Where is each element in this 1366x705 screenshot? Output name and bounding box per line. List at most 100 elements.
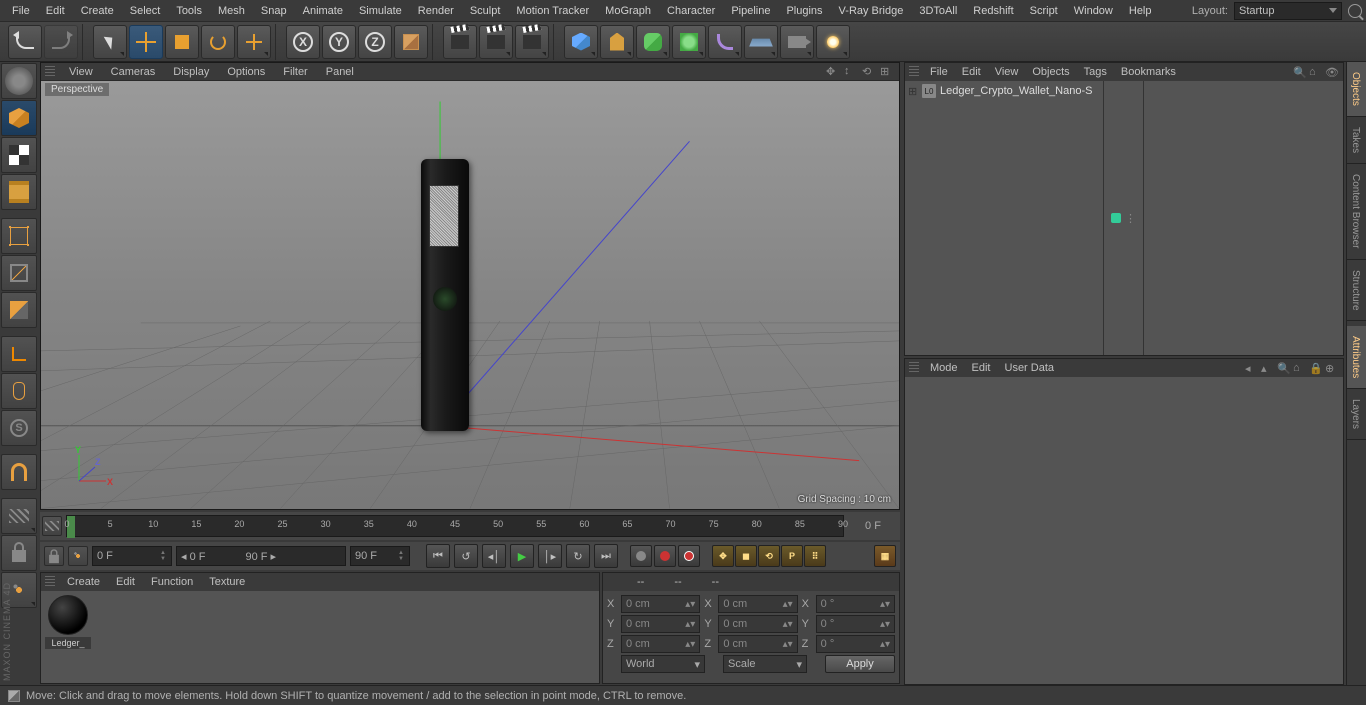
z-axis-button[interactable]: Z [358, 25, 392, 59]
viewport-nav-icon[interactable]: ✥ [826, 65, 840, 79]
scale-tool-button[interactable] [165, 25, 199, 59]
record-key-button[interactable] [630, 545, 652, 567]
apply-button[interactable]: Apply [825, 655, 895, 673]
menu-file[interactable]: File [4, 2, 38, 20]
attr-menu-edit[interactable]: Edit [965, 360, 998, 376]
timeline-lock-button[interactable] [44, 546, 64, 566]
viewport-menu-filter[interactable]: Filter [275, 64, 315, 80]
viewport-menu-cameras[interactable]: Cameras [103, 64, 164, 80]
tab-contentbrowser[interactable]: Content Browser [1347, 164, 1366, 259]
om-menu-file[interactable]: File [923, 64, 955, 80]
scale-key-button[interactable]: ◼ [735, 545, 757, 567]
x-axis-button[interactable]: X [286, 25, 320, 59]
om-menu-edit[interactable]: Edit [955, 64, 988, 80]
light-button[interactable] [816, 25, 850, 59]
mat-menu-texture[interactable]: Texture [201, 574, 253, 590]
menu-mograph[interactable]: MoGraph [597, 2, 659, 20]
total-frames-field[interactable]: 90 F▲▼ [350, 546, 410, 566]
viewport-orbit-icon[interactable]: ⟲ [862, 65, 876, 79]
param-key-button[interactable]: P [781, 545, 803, 567]
menu-plugins[interactable]: Plugins [778, 2, 830, 20]
render-pv-button[interactable] [479, 25, 513, 59]
tab-structure[interactable]: Structure [1347, 260, 1366, 322]
size-z-field[interactable]: 0 cm▴▾ [718, 635, 797, 653]
rot-y-field[interactable]: 0 °▴▾ [816, 615, 895, 633]
timeline-mode-button[interactable]: ▦ [874, 545, 896, 567]
menu-redshift[interactable]: Redshift [965, 2, 1021, 20]
menu-create[interactable]: Create [73, 2, 122, 20]
tab-layers[interactable]: Layers [1347, 389, 1366, 440]
mat-menu-function[interactable]: Function [143, 574, 201, 590]
attr-home-icon[interactable]: ⌂ [1293, 362, 1305, 374]
om-menu-tags[interactable]: Tags [1077, 64, 1114, 80]
menu-simulate[interactable]: Simulate [351, 2, 410, 20]
viewport-layout-icon[interactable]: ⊞ [880, 65, 894, 79]
tab-takes[interactable]: Takes [1347, 117, 1366, 164]
attr-search-icon[interactable]: 🔍 [1277, 362, 1289, 374]
move-tool-button[interactable] [129, 25, 163, 59]
tab-objects[interactable]: Objects [1347, 62, 1366, 117]
om-object-row[interactable]: ⊞ L0 Ledger_Crypto_Wallet_Nano-S [907, 83, 1101, 99]
menu-sculpt[interactable]: Sculpt [462, 2, 509, 20]
camera-button[interactable] [780, 25, 814, 59]
snap-enable-button[interactable] [1, 454, 37, 490]
rot-x-field[interactable]: 0 °▴▾ [816, 595, 895, 613]
material-item[interactable]: Ledger_ [45, 595, 91, 649]
texture-mode-button[interactable] [1, 137, 37, 173]
menu-vray[interactable]: V-Ray Bridge [831, 2, 912, 20]
om-menu-bookmarks[interactable]: Bookmarks [1114, 64, 1183, 80]
coord-size-select[interactable]: Scale▾ [723, 655, 807, 673]
rot-z-field[interactable]: 0 °▴▾ [816, 635, 895, 653]
points-mode-button[interactable] [1, 218, 37, 254]
grip-icon[interactable] [909, 362, 919, 374]
mat-menu-create[interactable]: Create [59, 574, 108, 590]
current-frame-field[interactable]: 0 F▲▼ [92, 546, 172, 566]
menu-select[interactable]: Select [122, 2, 169, 20]
layout-select[interactable]: Startup [1234, 2, 1342, 20]
render-view-button[interactable] [443, 25, 477, 59]
om-home-icon[interactable]: ⌂ [1309, 66, 1321, 78]
goto-end-button[interactable]: ⏭ [594, 544, 618, 568]
attr-back-icon[interactable]: ◂ [1245, 362, 1257, 374]
size-y-field[interactable]: 0 cm▴▾ [718, 615, 797, 633]
floor-button[interactable] [744, 25, 778, 59]
attr-lock-icon[interactable]: 🔒 [1309, 362, 1321, 374]
play-button[interactable]: ▶ [510, 544, 534, 568]
menu-motiontracker[interactable]: Motion Tracker [508, 2, 597, 20]
pos-z-field[interactable]: 0 cm▴▾ [621, 635, 700, 653]
layer-dots-icon[interactable]: ⋮ [1125, 212, 1136, 225]
menu-mesh[interactable]: Mesh [210, 2, 253, 20]
timeline-ruler[interactable]: 051015202530354045505560657075808590 [66, 515, 844, 537]
pos-y-field[interactable]: 0 cm▴▾ [621, 615, 700, 633]
menu-render[interactable]: Render [410, 2, 462, 20]
render-settings-button[interactable] [515, 25, 549, 59]
keyselection-button[interactable] [678, 545, 700, 567]
pla-key-button[interactable]: ⠿ [804, 545, 826, 567]
om-search-icon[interactable]: 🔍 [1293, 66, 1305, 78]
viewport-menu-view[interactable]: View [61, 64, 101, 80]
mat-menu-edit[interactable]: Edit [108, 574, 143, 590]
viewport-solo-button[interactable]: S [1, 410, 37, 446]
object-name-label[interactable]: Ledger_Crypto_Wallet_Nano-S [940, 85, 1092, 97]
viewport-menu-display[interactable]: Display [165, 64, 217, 80]
next-frame-button[interactable]: │▸ [538, 544, 562, 568]
menu-animate[interactable]: Animate [295, 2, 351, 20]
menu-3dtoall[interactable]: 3DToAll [911, 2, 965, 20]
menu-pipeline[interactable]: Pipeline [723, 2, 778, 20]
y-axis-button[interactable]: Y [322, 25, 356, 59]
om-eye-icon[interactable]: 👁 [1325, 66, 1337, 78]
make-editable-button[interactable] [1, 63, 37, 99]
goto-prevkey-button[interactable]: ↺ [454, 544, 478, 568]
tab-attributes[interactable]: Attributes [1347, 326, 1366, 389]
om-menu-objects[interactable]: Objects [1025, 64, 1076, 80]
autokey-button[interactable] [654, 545, 676, 567]
generator-button[interactable] [636, 25, 670, 59]
polygons-mode-button[interactable] [1, 292, 37, 328]
axis-mode-button[interactable] [1, 336, 37, 372]
attr-menu-userdata[interactable]: User Data [998, 360, 1062, 376]
goto-start-button[interactable]: ⏮ [426, 544, 450, 568]
prev-frame-button[interactable]: ◂│ [482, 544, 506, 568]
menu-character[interactable]: Character [659, 2, 723, 20]
viewport-3d[interactable]: Perspective [41, 81, 899, 509]
primitive-button[interactable] [564, 25, 598, 59]
